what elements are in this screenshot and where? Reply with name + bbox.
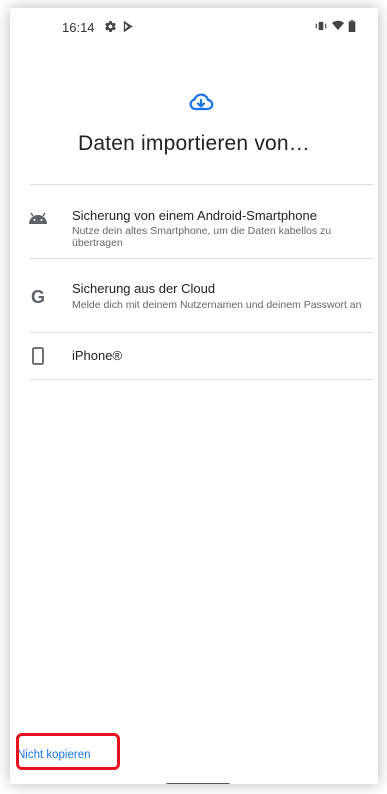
- vibrate-icon: [314, 20, 328, 34]
- page-title: Daten importieren von…: [77, 132, 310, 155]
- option-description: Melde dich mit deinem Nutzernamen und de…: [72, 299, 362, 311]
- gear-icon: [104, 20, 118, 34]
- google-icon: G: [30, 286, 45, 307]
- option-description: Nutze dein altes Smartphone, um die Date…: [72, 225, 332, 249]
- option-title: Sicherung aus der Cloud: [72, 281, 216, 296]
- status-time: 16:14: [62, 20, 95, 35]
- android-icon: [26, 206, 50, 230]
- highlight-box: [16, 733, 120, 770]
- option-cloud-backup[interactable]: G Sicherung aus der Cloud Melde dich mit…: [10, 259, 378, 332]
- battery-icon: [348, 20, 362, 34]
- wifi-icon: [332, 20, 346, 34]
- option-iphone[interactable]: iPhone®: [10, 333, 378, 379]
- play-store-icon: [122, 20, 136, 34]
- cloud-download-icon: [188, 92, 214, 114]
- option-title: iPhone®: [72, 348, 123, 363]
- option-title: Sicherung von einem Android-Smartphone: [72, 208, 317, 223]
- phone-icon: [26, 344, 50, 368]
- divider: [30, 379, 373, 380]
- option-android-backup[interactable]: Sicherung von einem Android-Smartphone N…: [10, 185, 378, 258]
- status-bar: 16:14: [10, 8, 378, 48]
- navigation-handle[interactable]: [166, 783, 230, 784]
- phone-screen: 16:14 Daten importieren von… Sicherung v…: [10, 8, 378, 784]
